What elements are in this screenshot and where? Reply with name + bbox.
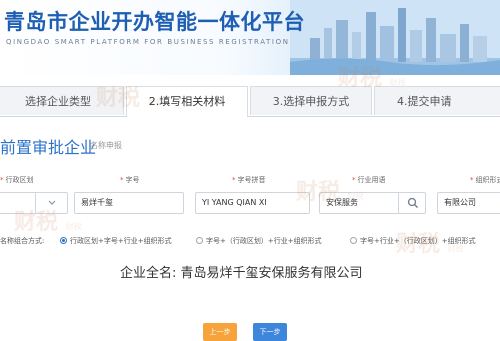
- divider: [35, 193, 36, 213]
- required-mark: *: [0, 176, 4, 184]
- chevron-down-icon: [48, 200, 56, 205]
- full-name-value: 青岛易烊千玺安保服务有限公司: [180, 266, 363, 281]
- name-composition-row: 名称组合方式: 行政区划+字号+行业+组织形式 字号+（行政区划）+行业+组织形…: [0, 236, 500, 250]
- full-name-label: 企业全名:: [120, 266, 177, 281]
- industry-label: * 行业用语: [352, 176, 386, 184]
- divider: [398, 193, 399, 213]
- region-label: * 行政区划: [0, 176, 34, 184]
- next-step-button[interactable]: 下一步: [253, 323, 287, 341]
- region-select[interactable]: [0, 192, 68, 214]
- composition-option-2[interactable]: 字号+（行政区划）+行业+组织形式: [196, 236, 322, 246]
- required-mark: *: [120, 176, 124, 184]
- tab-step-3[interactable]: 3.选择申报方式: [250, 86, 372, 115]
- previous-step-button[interactable]: 上一步: [203, 323, 237, 341]
- platform-subtitle: QINGDAO SMART PLATFORM FOR BUSINESS REGI…: [6, 38, 290, 46]
- trade-name-value: 易烊千玺: [81, 198, 113, 207]
- tab-step-2[interactable]: 2.填写相关材料: [126, 86, 248, 117]
- trade-pinyin-input[interactable]: YI YANG QIAN XI: [195, 192, 310, 214]
- org-form-label: *组织形式: [470, 176, 500, 184]
- tab-step-4[interactable]: 4.提交申请: [374, 86, 500, 115]
- trade-name-label: * 字号: [120, 176, 140, 184]
- section-subtitle: 名称申报: [90, 141, 122, 150]
- composition-label: 名称组合方式:: [0, 237, 45, 245]
- header-banner: 青岛市企业开办智能一体化平台 QINGDAO SMART PLATFORM FO…: [0, 0, 500, 75]
- radio-icon: [350, 237, 357, 244]
- radio-checked-icon: [60, 237, 67, 244]
- section-title: 前置审批企业: [0, 138, 97, 157]
- trade-pinyin-label: * 字号拼音: [232, 176, 266, 184]
- tab-step-1-label: 选择企业类型: [25, 95, 91, 108]
- industry-value: 安保服务: [326, 198, 358, 207]
- industry-input[interactable]: 安保服务: [319, 192, 426, 214]
- radio-icon: [196, 237, 203, 244]
- trade-name-input[interactable]: 易烊千玺: [74, 192, 184, 214]
- step-tabs: 选择企业类型 2.填写相关材料 3.选择申报方式 4.提交申请: [0, 86, 500, 117]
- required-mark: *: [470, 176, 474, 184]
- org-form-value: 有限公司: [444, 198, 476, 207]
- tab-step-3-label: 3.选择申报方式: [272, 95, 350, 108]
- org-form-select[interactable]: 有限公司: [437, 192, 500, 214]
- composition-option-1[interactable]: 行政区划+字号+行业+组织形式: [60, 236, 172, 246]
- required-mark: *: [352, 176, 356, 184]
- composition-option-3[interactable]: 字号+行业+（行政区划）+组织形式: [350, 236, 476, 246]
- tab-step-1[interactable]: 选择企业类型: [0, 86, 124, 115]
- search-icon[interactable]: [407, 197, 419, 209]
- trade-pinyin-value: YI YANG QIAN XI: [202, 198, 267, 207]
- required-mark: *: [232, 176, 236, 184]
- city-skyline-image: [290, 0, 500, 75]
- tab-step-2-label: 2.填写相关材料: [148, 95, 226, 108]
- full-company-name: 企业全名: 青岛易烊千玺安保服务有限公司: [120, 262, 363, 281]
- platform-title: 青岛市企业开办智能一体化平台: [4, 10, 305, 34]
- tab-step-4-label: 4.提交申请: [397, 95, 452, 108]
